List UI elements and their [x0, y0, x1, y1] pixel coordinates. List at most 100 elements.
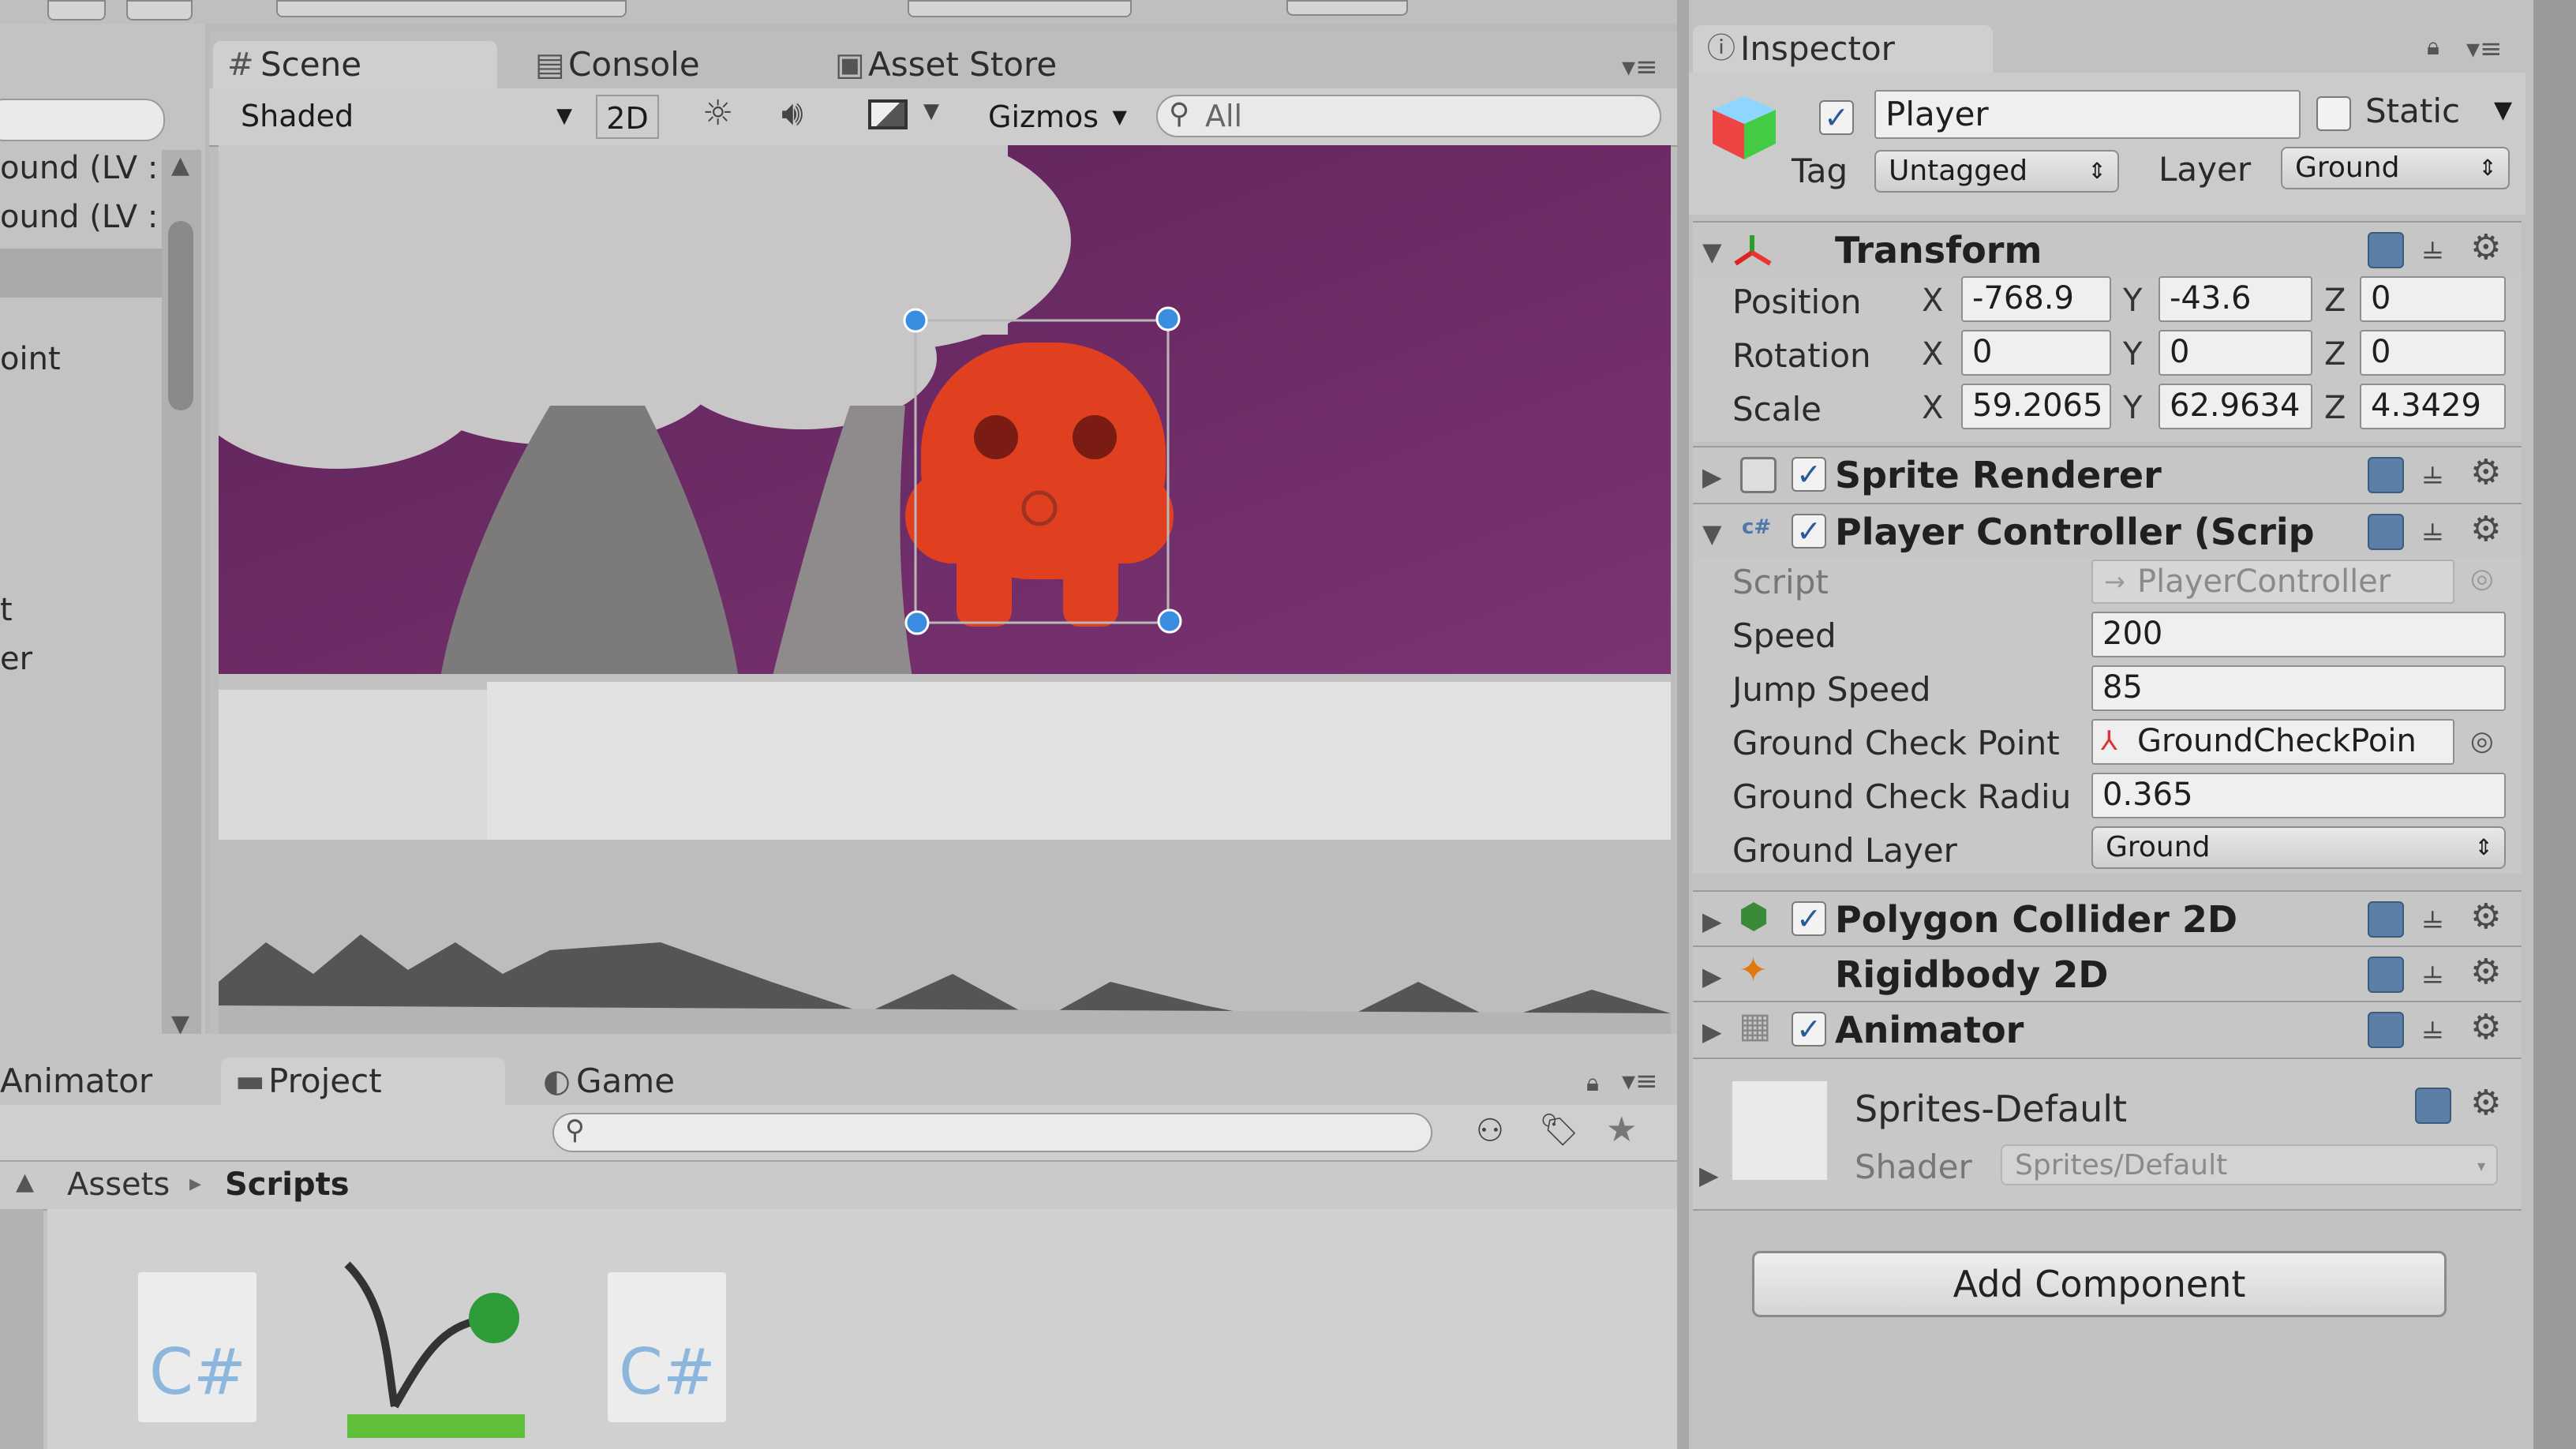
filter-by-type-icon[interactable]: ⚇ [1476, 1113, 1504, 1149]
asset-animator-controller[interactable] [339, 1256, 529, 1446]
lighting-toggle-icon[interactable]: ☼ [702, 93, 733, 133]
breadcrumb-current[interactable]: Scripts [225, 1166, 350, 1203]
gear-icon[interactable]: ⚙ [2470, 1007, 2501, 1047]
tab-animator[interactable]: Animator [0, 1058, 189, 1105]
hierarchy-item[interactable]: ound (LV : [0, 150, 158, 186]
gear-icon[interactable]: ⚙ [2470, 897, 2501, 937]
animator-header[interactable]: ▶ ▦ ✓ Animator ⫨ ⚙ [1693, 1001, 2522, 1058]
preset-sliders-icon[interactable]: ⫨ [2423, 452, 2443, 492]
add-component-button[interactable]: Add Component [1752, 1251, 2447, 1317]
foldout-arrow-icon[interactable]: ▶ [1702, 906, 1722, 936]
effects-dropdown-icon[interactable]: ▼ [923, 99, 939, 123]
transform-header[interactable]: ▼ Transform ⫨ ⚙ [1693, 221, 2522, 278]
layers-dropdown[interactable] [1286, 0, 1408, 16]
layer-dropdown[interactable]: Ground ⇕ [2281, 147, 2510, 189]
panel-menu-icon[interactable]: ▾≡ [1622, 51, 1658, 83]
scale-x-field[interactable]: 59.2065 [1961, 384, 2111, 429]
player-controller-enabled-checkbox[interactable]: ✓ [1792, 514, 1826, 549]
active-checkbox[interactable]: ✓ [1819, 100, 1854, 135]
help-book-icon[interactable] [2368, 514, 2404, 550]
effects-toggle-icon[interactable] [868, 99, 908, 129]
gear-icon[interactable]: ⚙ [2470, 227, 2501, 268]
pivot-toggle[interactable] [276, 0, 627, 17]
ground-check-point-field[interactable]: ⅄ GroundCheckPoin [2091, 719, 2454, 765]
play-button[interactable] [908, 0, 1132, 17]
mode-2d-toggle[interactable]: 2D [596, 95, 659, 139]
hierarchy-scrollbar[interactable]: ▲ ▼ [162, 150, 201, 1042]
foldout-arrow-icon[interactable]: ▶ [1702, 462, 1722, 492]
speed-field[interactable]: 200 [2091, 612, 2506, 657]
help-book-icon[interactable] [2368, 1012, 2404, 1048]
filter-by-label-icon[interactable]: 🏷︎ [1539, 1111, 1579, 1148]
audio-toggle-icon[interactable]: 🔊︎ [781, 93, 803, 133]
hierarchy-item[interactable]: t [0, 592, 13, 628]
scroll-up-icon[interactable]: ▲ [16, 1168, 34, 1196]
position-z-field[interactable]: 0 [2360, 276, 2506, 322]
tag-dropdown[interactable]: Untagged ⇕ [1874, 150, 2119, 193]
panel-menu-icon[interactable]: ▾≡ [2466, 33, 2503, 65]
foldout-arrow-icon[interactable]: ▶ [1702, 1017, 1722, 1046]
preset-sliders-icon[interactable]: ⫨ [2423, 952, 2443, 992]
object-picker-icon[interactable]: ◎ [2470, 563, 2494, 594]
tab-asset-store[interactable]: ▣ Asset Store [821, 41, 1121, 88]
help-book-icon[interactable] [2368, 232, 2404, 268]
scrollbar-thumb[interactable] [168, 221, 193, 410]
jump-speed-field[interactable]: 85 [2091, 665, 2506, 711]
hand-tool-button[interactable] [47, 0, 106, 21]
sprite-renderer-header[interactable]: ▶ ✓ Sprite Renderer ⫨ ⚙ [1693, 446, 2522, 503]
hierarchy-search-input[interactable] [0, 99, 165, 141]
scale-y-field[interactable]: 62.9634 [2159, 384, 2312, 429]
gear-icon[interactable]: ⚙ [2470, 509, 2501, 549]
gameobject-name-field[interactable]: Player [1874, 90, 2301, 139]
rotation-z-field[interactable]: 0 [2360, 330, 2506, 376]
lock-icon[interactable]: 🔒︎ [1586, 1069, 1599, 1097]
position-y-field[interactable]: -43.6 [2159, 276, 2312, 322]
hierarchy-item[interactable]: er [0, 641, 32, 677]
position-x-field[interactable]: -768.9 [1961, 276, 2111, 322]
preset-sliders-icon[interactable]: ⫨ [2423, 227, 2443, 268]
hierarchy-item[interactable]: ound (LV : [0, 199, 158, 235]
static-dropdown-icon[interactable]: ▼ [2494, 96, 2512, 124]
object-picker-icon[interactable]: ◎ [2470, 725, 2494, 757]
polygon-collider-header[interactable]: ▶ ⬢ ✓ Polygon Collider 2D ⫨ ⚙ [1693, 890, 2522, 947]
project-search-input[interactable]: ⚲ [552, 1113, 1432, 1152]
gizmos-dropdown[interactable]: Gizmos ▼ [979, 95, 1129, 139]
shading-mode-dropdown[interactable]: Shaded ▼ [225, 93, 580, 139]
preset-sliders-icon[interactable]: ⫨ [2423, 897, 2443, 937]
foldout-arrow-icon[interactable]: ▶ [1702, 961, 1722, 991]
player-controller-header[interactable]: ▼ c# ✓ Player Controller (Scrip ⫨ ⚙ [1693, 503, 2522, 560]
shader-dropdown[interactable]: Sprites/Default ▾ [2001, 1144, 2498, 1185]
tab-project[interactable]: ▬ Project [221, 1058, 505, 1105]
lock-icon[interactable]: 🔒︎ [2427, 33, 2439, 61]
tab-scene[interactable]: # Scene [213, 41, 497, 88]
panel-menu-icon[interactable]: ▾≡ [1622, 1065, 1658, 1097]
ground-check-radius-field[interactable]: 0.365 [2091, 773, 2506, 818]
scene-search-input[interactable]: ⚲ All [1156, 95, 1661, 137]
static-checkbox[interactable] [2316, 96, 2351, 131]
help-book-icon[interactable] [2368, 957, 2404, 993]
rotation-y-field[interactable]: 0 [2159, 330, 2312, 376]
scroll-up-icon[interactable]: ▲ [171, 152, 189, 179]
asset-csharp-script[interactable]: C# [608, 1272, 726, 1422]
animator-enabled-checkbox[interactable]: ✓ [1792, 1012, 1826, 1046]
polygon-collider-enabled-checkbox[interactable]: ✓ [1792, 901, 1826, 936]
help-book-icon[interactable] [2415, 1088, 2451, 1124]
scale-z-field[interactable]: 4.3429 [2360, 384, 2506, 429]
hierarchy-item[interactable]: oint [0, 341, 61, 377]
scene-viewport[interactable] [219, 145, 1671, 1076]
help-book-icon[interactable] [2368, 901, 2404, 938]
favorites-icon[interactable]: ★ [1606, 1110, 1637, 1150]
foldout-arrow-icon[interactable]: ▼ [1702, 237, 1722, 267]
asset-csharp-script[interactable]: C# [138, 1272, 256, 1422]
tab-inspector[interactable]: ⓘ Inspector [1693, 25, 1993, 73]
breadcrumb-root[interactable]: Assets [67, 1166, 170, 1203]
foldout-arrow-icon[interactable]: ▼ [1702, 519, 1722, 549]
project-left-scrollbar[interactable] [0, 1209, 43, 1449]
gear-icon[interactable]: ⚙ [2470, 1083, 2501, 1123]
rigidbody-header[interactable]: ▶ ✦ Rigidbody 2D ⫨ ⚙ [1693, 945, 2522, 1002]
gear-icon[interactable]: ⚙ [2470, 952, 2501, 992]
rotation-x-field[interactable]: 0 [1961, 330, 2111, 376]
move-tool-button[interactable] [126, 0, 193, 21]
tab-console[interactable]: ▤ Console [521, 41, 805, 88]
gear-icon[interactable]: ⚙ [2470, 452, 2501, 492]
